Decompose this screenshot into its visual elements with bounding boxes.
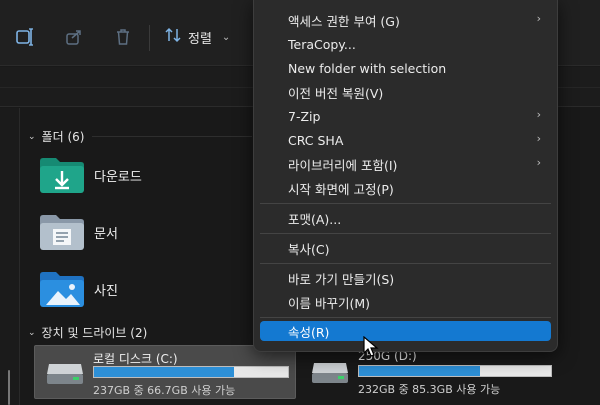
menu-item-copy[interactable]: 복사(C) — [260, 236, 551, 260]
menu-item-grant-access[interactable]: 액세스 권한 부여 (G) › — [260, 8, 551, 32]
drives-group-header[interactable]: ⌄ 장치 및 드라이브 (2) — [28, 324, 147, 341]
menu-item-format[interactable]: 포맷(A)... — [260, 206, 551, 230]
chevron-down-icon: ⌄ — [221, 31, 231, 43]
chevron-right-icon: › — [536, 108, 541, 121]
menu-item-label: 복사(C) — [288, 241, 330, 257]
menu-separator — [260, 233, 551, 234]
hard-drive-icon — [45, 360, 85, 386]
menu-item-include-in-library[interactable]: 라이브러리에 포함(I) › — [260, 152, 551, 176]
documents-folder-icon — [38, 212, 86, 252]
chevron-down-icon: ⌄ — [28, 131, 36, 142]
context-menu: 액세스 권한 부여 (G) › TeraCopy... New folder w… — [253, 0, 558, 352]
menu-item-pin-to-start[interactable]: 시작 화면에 고정(P) — [260, 176, 551, 200]
menu-separator — [260, 317, 551, 318]
folders-group-header[interactable]: ⌄ 폴더 (6) — [28, 128, 84, 145]
menu-item-label: 라이브러리에 포함(I) — [288, 157, 398, 173]
menu-separator — [260, 203, 551, 204]
menu-item-rename[interactable]: 이름 바꾸기(M) — [260, 290, 551, 314]
drive-usage-bar — [358, 365, 552, 377]
chevron-right-icon: › — [536, 132, 541, 145]
folder-item-documents[interactable]: 문서 — [38, 207, 248, 257]
drives-group-label: 장치 및 드라이브 (2) — [41, 326, 148, 340]
scrollbar-thumb[interactable] — [8, 370, 10, 405]
menu-item-crc-sha[interactable]: CRC SHA › — [260, 128, 551, 152]
menu-item-label: 이름 바꾸기(M) — [288, 295, 371, 311]
menu-item-restore-previous-versions[interactable]: 이전 버전 복원(V) — [260, 80, 551, 104]
menu-item-label: TeraCopy... — [288, 36, 356, 52]
folder-label: 사진 — [94, 283, 118, 299]
chevron-right-icon: › — [536, 156, 541, 169]
downloads-folder-icon — [38, 155, 86, 195]
drive-item-c[interactable]: 로컬 디스크 (C:) 237GB 중 66.7GB 사용 가능 — [34, 345, 296, 399]
drive-name: 로컬 디스크 (C:) — [93, 352, 178, 366]
hard-drive-icon — [310, 359, 350, 385]
sort-button[interactable]: 정렬 ⌄ — [164, 24, 230, 50]
menu-item-label: 시작 화면에 고정(P) — [288, 181, 394, 197]
pictures-folder-icon — [38, 269, 86, 309]
folder-label: 문서 — [94, 226, 118, 242]
chevron-right-icon: › — [536, 12, 541, 25]
menu-item-label: CRC SHA — [288, 132, 344, 148]
navigation-pane[interactable] — [0, 108, 20, 405]
folder-item-pictures[interactable]: 사진 — [38, 264, 248, 314]
drive-usage-bar — [93, 366, 289, 378]
menu-item-properties[interactable]: 속성(R) — [260, 321, 551, 341]
menu-item-label: 속성(R) — [288, 324, 330, 340]
drive-space-text: 237GB 중 66.7GB 사용 가능 — [93, 384, 236, 397]
toolbar-separator — [149, 25, 150, 51]
share-icon[interactable] — [63, 26, 85, 48]
chevron-down-icon: ⌄ — [28, 327, 36, 338]
menu-item-new-folder-with-selection[interactable]: New folder with selection — [260, 56, 551, 80]
sort-label: 정렬 — [188, 31, 212, 47]
menu-item-label: 7-Zip — [288, 108, 321, 124]
menu-item-label: New folder with selection — [288, 60, 447, 76]
delete-icon[interactable] — [112, 26, 134, 48]
folder-item-downloads[interactable]: 다운로드 — [38, 150, 248, 200]
menu-item-label: 바로 가기 만들기(S) — [288, 271, 395, 287]
menu-item-7zip[interactable]: 7-Zip › — [260, 104, 551, 128]
menu-item-label: 포맷(A)... — [288, 211, 342, 227]
group-divider — [92, 136, 252, 137]
drive-usage-fill — [359, 366, 480, 376]
menu-item-label: 이전 버전 복원(V) — [288, 85, 384, 101]
menu-item-teracopy[interactable]: TeraCopy... — [260, 32, 551, 56]
menu-item-label: 액세스 권한 부여 (G) — [288, 13, 400, 29]
sort-arrows-icon — [164, 27, 182, 47]
drive-usage-fill — [94, 367, 234, 377]
folder-label: 다운로드 — [94, 169, 142, 185]
mouse-cursor-icon — [363, 335, 379, 358]
menu-item-create-shortcut[interactable]: 바로 가기 만들기(S) — [260, 266, 551, 290]
drive-space-text: 232GB 중 85.3GB 사용 가능 — [358, 383, 501, 396]
menu-separator — [260, 263, 551, 264]
drive-item-d[interactable]: 250G (D:) 232GB 중 85.3GB 사용 가능 — [300, 345, 558, 399]
folders-group-label: 폴더 (6) — [41, 130, 85, 144]
rename-icon[interactable] — [14, 26, 36, 48]
